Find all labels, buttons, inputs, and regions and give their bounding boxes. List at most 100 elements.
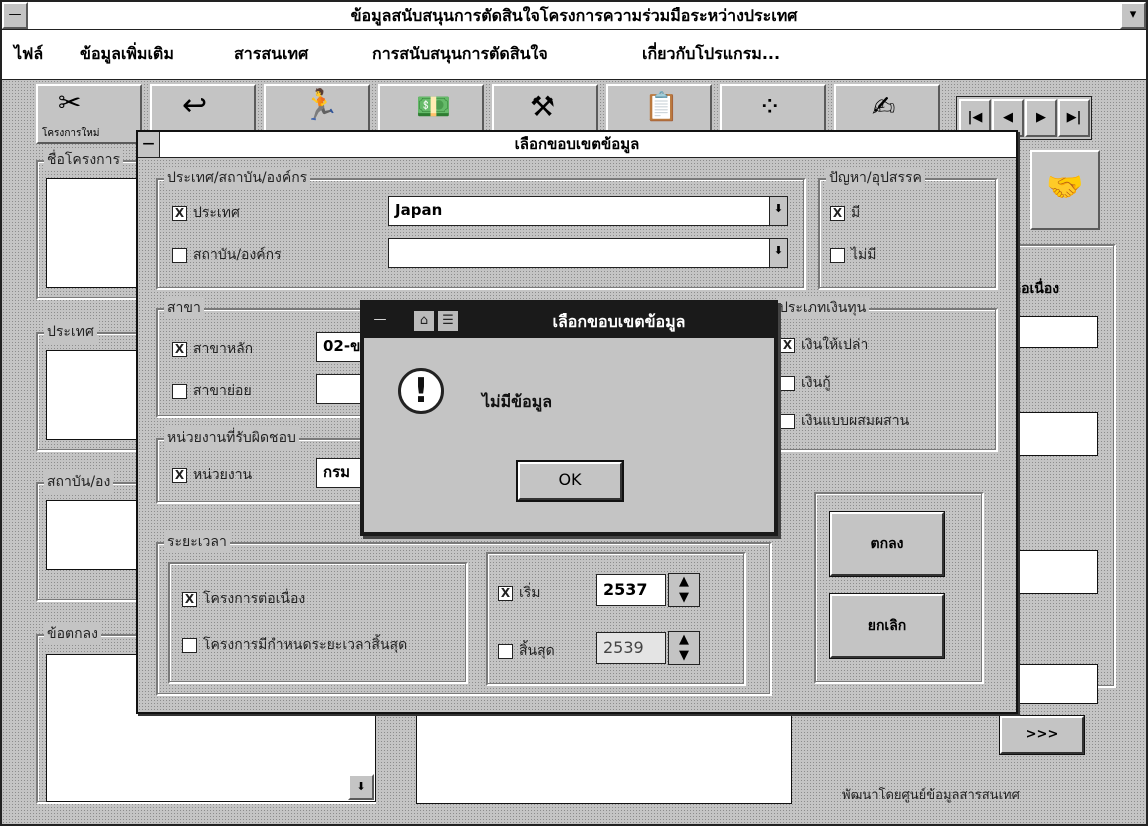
institution-check-label: สถาบัน/องค์กร [193, 247, 282, 263]
country-select-value: Japan [395, 201, 443, 219]
end-year-spinner[interactable]: ▲ ▼ [668, 631, 700, 665]
bg-institution-group: สถาบัน/อง [36, 471, 146, 602]
menu-information[interactable]: สารสนเทศ [234, 42, 308, 67]
continuing-label: โครงการต่อเนื่อง [203, 591, 306, 607]
loan-checkbox[interactable]: เงินกู้ [780, 372, 831, 394]
scroll-down-button[interactable]: ▾ [1120, 2, 1146, 29]
mixed-checkbox[interactable]: เงินแบบผสมผสาน [780, 410, 909, 432]
institution-check-mark [172, 247, 187, 263]
money-icon: 💵 [416, 90, 451, 123]
funding-group-label: ประเภทเงินทุน [776, 297, 870, 319]
person-icon: 🏃 [302, 88, 340, 123]
country-check-mark: X [172, 205, 187, 221]
end-year-input[interactable]: 2539 [596, 632, 666, 664]
document-icon: 📋 [644, 90, 679, 123]
problem-has-checkbox[interactable]: X มี [830, 202, 860, 224]
problem-group: ปัญหา/อุปสรรค X มี ไม่มี [818, 167, 998, 290]
problem-has-label: มี [851, 205, 861, 221]
footer-credit: พัฒนาโดยศูนย์ข้อมูลสารสนเทศ [842, 788, 1020, 803]
bg-institution-box[interactable] [46, 500, 146, 570]
bg-country-label: ประเทศ [44, 321, 97, 343]
country-institution-group: ประเทศ/สถาบัน/องค์กร X ประเทศ Japan ⬇ สถาบ… [156, 167, 806, 290]
return-arrow-icon: ↩ [182, 88, 208, 123]
start-year-input[interactable]: 2537 [596, 574, 666, 606]
continuing-checkbox[interactable]: X โครงการต่อเนื่อง [182, 588, 305, 610]
alert-message: ไม่มีข้อมูล [482, 392, 553, 411]
problem-none-checkbox[interactable]: ไม่มี [830, 244, 877, 266]
ok-button[interactable]: ตกลง [829, 511, 945, 577]
dialog-system-menu[interactable]: — [138, 132, 160, 157]
fixed-end-label: โครงการมีกำหนดระยะเวลาสิ้นสุด [203, 637, 408, 653]
sub-branch-checkbox[interactable]: สาขาย่อย [172, 380, 252, 402]
end-year-checkbox[interactable]: สิ้นสุด [498, 640, 555, 662]
problem-none-mark [830, 247, 845, 263]
toolbar-new-label: โครงการใหม่ [42, 128, 100, 139]
grant-label: เงินให้เปล่า [801, 337, 869, 353]
cancel-button[interactable]: ยกเลิก [829, 593, 945, 659]
scatter-icon: ⁘ [758, 90, 782, 123]
country-checkbox[interactable]: X ประเทศ [172, 202, 240, 224]
bg-related-label: ต่อเนื่อง [1012, 281, 1060, 297]
start-year-spinner[interactable]: ▲ ▼ [668, 573, 700, 607]
agency-label: หน่วยงาน [193, 467, 253, 483]
start-year-checkbox[interactable]: X เริ่ม [498, 582, 541, 604]
year-range-subgroup: X เริ่ม 2537 ▲ ▼ สิ้นสุด 2539 ▲ ▼ [486, 552, 746, 686]
country-check-label: ประเทศ [193, 205, 240, 221]
bg-country-box[interactable] [46, 350, 146, 440]
bg-institution-label: สถาบัน/อง [44, 471, 114, 493]
alert-title: เลือกขอบเขตข้อมูล [552, 312, 686, 331]
bg-right-box-1[interactable] [1016, 316, 1098, 348]
bg-detail-box[interactable] [416, 714, 792, 804]
continuing-mark: X [182, 591, 197, 607]
bg-right-box-4[interactable] [1016, 664, 1098, 704]
bg-right-box-3[interactable] [1016, 550, 1098, 594]
problem-group-label: ปัญหา/อุปสรรค [826, 167, 925, 189]
chevron-down-icon[interactable]: ⬇ [769, 197, 787, 225]
tools-icon: ⚒ [530, 90, 556, 123]
grant-checkbox[interactable]: X เงินให้เปล่า [780, 334, 868, 356]
bg-right-group: ต่อเนื่อง [1010, 244, 1116, 704]
handshake-icon: 🤝 [1046, 170, 1084, 205]
scope-dialog-title: เลือกขอบเขตข้อมูล [514, 135, 640, 153]
alert-ok-button[interactable]: OK [516, 460, 624, 502]
menu-additional-data[interactable]: ข้อมูลเพิ่มเติม [80, 42, 174, 67]
country-institution-group-label: ประเทศ/สถาบัน/องค์กร [164, 167, 311, 189]
start-year-label: เริ่ม [519, 585, 541, 601]
end-year-label: สิ้นสุด [519, 643, 555, 659]
problem-none-label: ไม่มี [851, 247, 877, 263]
bg-country-group: ประเทศ [36, 321, 146, 452]
menu-bar: ไฟล์ ข้อมูลเพิ่มเติม สารสนเทศ การสนับสนุ… [2, 30, 1146, 80]
bg-project-name-label: ชื่อโครงการ [44, 149, 124, 171]
start-year-value: 2537 [603, 580, 648, 599]
alert-system-menu[interactable]: — [370, 310, 390, 330]
institution-checkbox[interactable]: สถาบัน/องค์กร [172, 244, 282, 266]
agency-checkbox[interactable]: X หน่วยงาน [172, 464, 252, 486]
agency-value: กรม [323, 463, 351, 481]
menu-decision-support[interactable]: การสนับสนุนการตัดสินใจ [372, 42, 548, 67]
scope-dialog-title-bar: — เลือกขอบเขตข้อมูล [138, 132, 1016, 158]
institution-select[interactable]: ⬇ [388, 238, 788, 268]
system-menu-button[interactable]: — [2, 2, 28, 29]
agency-mark: X [172, 467, 187, 483]
nav-next-button[interactable]: ▶ [1025, 99, 1057, 137]
toolbar-button-new[interactable]: ✂ โครงการใหม่ [36, 84, 142, 144]
fixed-end-checkbox[interactable]: โครงการมีกำหนดระยะเวลาสิ้นสุด [182, 634, 407, 656]
more-button[interactable]: >>> [999, 715, 1085, 755]
bg-scroll-down-button[interactable]: ⬇ [348, 774, 374, 800]
start-year-mark: X [498, 585, 513, 601]
dialog-buttons-group: ตกลง ยกเลิก [814, 492, 984, 684]
chevron-down-icon[interactable]: ⬇ [769, 239, 787, 267]
bg-right-box-2[interactable] [1016, 412, 1098, 456]
alert-dialog: — ⌂ ☰ เลือกขอบเขตข้อมูล ! ไม่มีข้อมูล OK [360, 300, 778, 536]
country-select[interactable]: Japan ⬇ [388, 196, 788, 226]
bg-project-name-box[interactable] [46, 178, 146, 288]
scissors-icon: ✂ [58, 86, 82, 119]
bg-agreement-label: ข้อตกลง [44, 623, 101, 645]
menu-about[interactable]: เกี่ยวกับโปรแกรม... [642, 42, 780, 67]
main-branch-checkbox[interactable]: X สาขาหลัก [172, 338, 253, 360]
loan-label: เงินกู้ [801, 375, 831, 391]
nav-last-button[interactable]: ▶| [1058, 99, 1090, 137]
end-year-mark [498, 643, 513, 659]
menu-file[interactable]: ไฟล์ [14, 42, 43, 67]
mixed-label: เงินแบบผสมผสาน [801, 413, 910, 429]
